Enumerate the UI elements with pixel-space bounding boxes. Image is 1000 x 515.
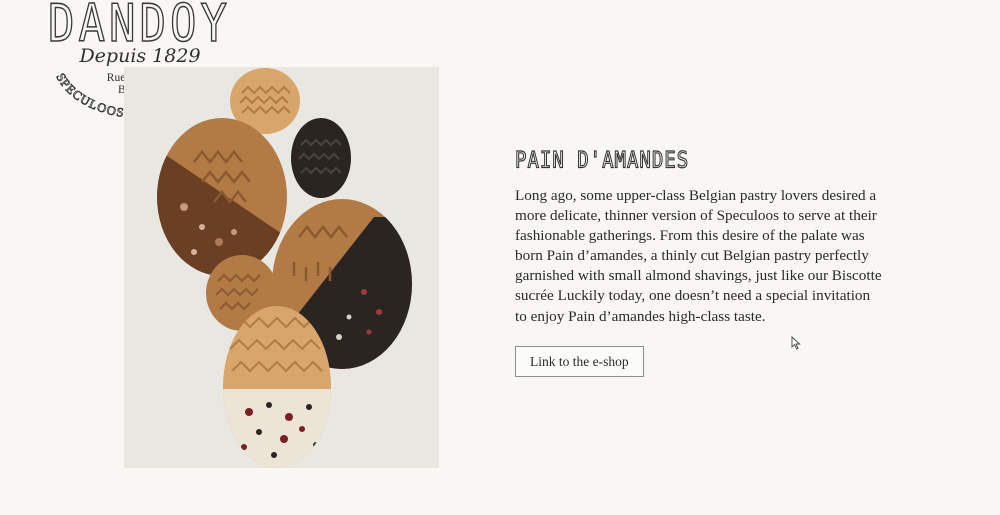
product-content: PAIN D'AMANDES Long ago, some upper-clas…: [515, 147, 885, 377]
eshop-link-button[interactable]: Link to the e-shop: [515, 345, 644, 377]
product-image: [124, 67, 439, 468]
mouse-cursor-icon: [791, 336, 801, 350]
product-description: Long ago, some upper-class Belgian pastr…: [515, 187, 882, 325]
logo-since: Depuis 1829: [79, 45, 201, 67]
biscuits-illustration: [157, 68, 412, 468]
product-title: PAIN D'AMANDES: [515, 147, 690, 174]
